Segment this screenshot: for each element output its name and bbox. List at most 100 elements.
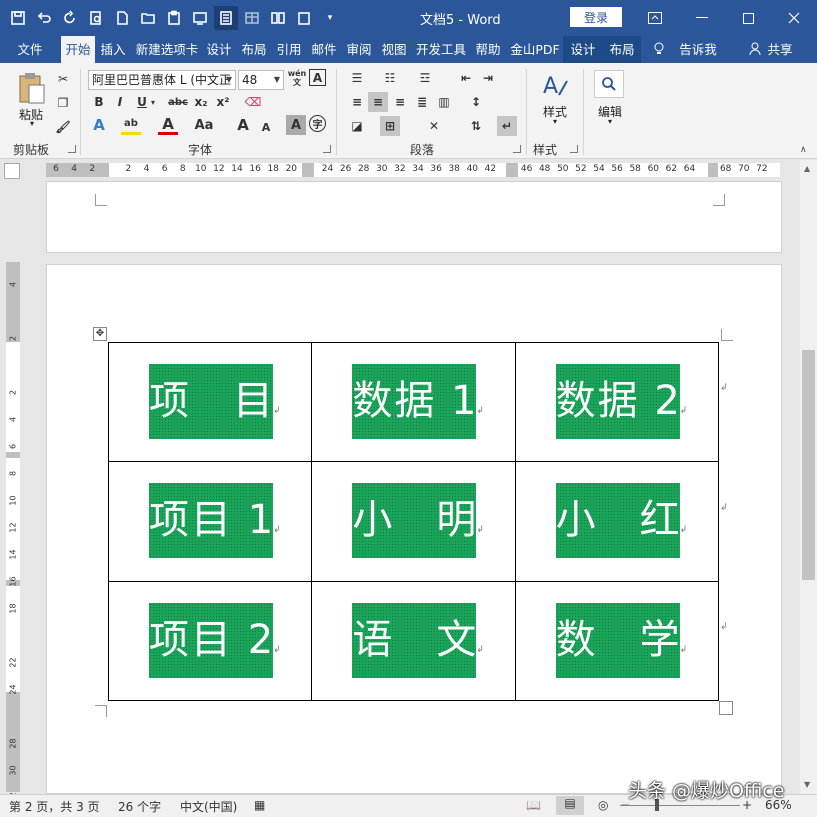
text-effect-button[interactable]: A <box>89 115 109 135</box>
close-icon[interactable] <box>771 0 817 36</box>
superscript-button[interactable]: x² <box>213 92 233 112</box>
tab-review[interactable]: 审阅 <box>343 36 375 63</box>
table-cell[interactable]: 项目 1 ↲ <box>107 461 313 582</box>
tab-design[interactable]: 设计 <box>203 36 235 63</box>
tab-new-tab[interactable]: 新建选项卡 <box>132 36 202 63</box>
bullets-icon[interactable]: ☰ <box>347 68 367 88</box>
clear-format-icon[interactable]: ⌫ <box>243 92 263 112</box>
cell-text[interactable]: 项目 1 <box>149 483 273 558</box>
underline-dropdown-icon[interactable]: ▾ <box>148 92 158 112</box>
page-count[interactable]: 第 2 页，共 3 页 <box>9 798 100 815</box>
scroll-down-icon[interactable]: ▼ <box>804 780 810 789</box>
increase-indent-icon[interactable]: ⇥ <box>478 68 498 88</box>
char-border-icon[interactable]: A <box>309 69 326 86</box>
tab-help[interactable]: 帮助 <box>472 36 504 63</box>
tell-me-search[interactable]: 告诉我 <box>676 36 720 63</box>
table-move-handle[interactable]: ✥ <box>93 327 107 341</box>
font-launcher-icon[interactable] <box>323 145 331 153</box>
search-icon[interactable] <box>594 70 624 98</box>
web-layout-icon[interactable]: ◎ <box>598 798 608 812</box>
decrease-indent-icon[interactable]: ⇤ <box>456 68 476 88</box>
maximize-icon[interactable] <box>725 0 771 36</box>
chinese-layout-icon[interactable]: ✕ <box>424 116 444 136</box>
cell-text[interactable]: 数据 1 <box>352 364 476 439</box>
table-cell[interactable]: 数据 1 ↲ <box>311 341 516 463</box>
format-painter-icon[interactable]: 🖌 <box>53 117 73 137</box>
align-center-icon[interactable]: ≡ <box>368 92 388 112</box>
shrink-font-button[interactable]: A <box>256 117 276 137</box>
print-preview-icon[interactable] <box>84 6 108 30</box>
styles-launcher-icon[interactable] <box>570 145 578 153</box>
table-resize-handle[interactable] <box>719 701 733 715</box>
redo-icon[interactable] <box>58 6 82 30</box>
styles-dropdown-icon[interactable]: ▾ <box>545 117 565 126</box>
multilevel-list-icon[interactable]: ☲ <box>415 68 435 88</box>
clipboard-icon[interactable] <box>292 6 316 30</box>
paste-icon[interactable] <box>16 71 46 107</box>
line-spacing-icon[interactable]: ↕ <box>466 92 486 112</box>
minimize-icon[interactable] <box>679 0 725 36</box>
cell-text[interactable]: 项目 2 <box>149 603 273 678</box>
tab-mailings[interactable]: 邮件 <box>308 36 340 63</box>
undo-icon[interactable] <box>32 6 56 30</box>
more-icon[interactable]: ▾ <box>318 6 342 30</box>
tab-view[interactable]: 视图 <box>378 36 410 63</box>
styles-icon[interactable]: A <box>541 71 569 99</box>
justify-icon[interactable]: ≣ <box>412 92 432 112</box>
tab-pdf[interactable]: 金山PDF <box>507 36 563 63</box>
strikethrough-button[interactable]: abc <box>166 92 190 112</box>
language-indicator[interactable]: 中文(中国) <box>180 798 237 815</box>
share-button[interactable]: 共享 <box>765 36 795 63</box>
phonetic-guide-icon[interactable]: wén 文 <box>287 68 307 88</box>
lightbulb-icon[interactable] <box>652 36 666 63</box>
scroll-up-icon[interactable]: ▲ <box>804 164 810 173</box>
document-table[interactable]: 项目 ↲ 数据 1 ↲ 数据 2 ↲ 项目 1 ↲ 小明 ↲ 小红 ↲ 项目 2 ↲ 语文 ↲ 数学 ↲ <box>107 341 720 702</box>
tab-insert[interactable]: 插入 <box>97 36 129 63</box>
new-doc-icon[interactable] <box>110 6 134 30</box>
table-cell[interactable]: 数据 2 ↲ <box>514 341 720 463</box>
borders-icon[interactable]: ⊞ <box>380 116 400 136</box>
tab-selector[interactable] <box>4 163 20 179</box>
font-size-select[interactable]: 48 ▼ <box>238 70 284 90</box>
copy-icon[interactable]: ❐ <box>53 93 73 113</box>
columns-icon[interactable] <box>266 6 290 30</box>
font-name-select[interactable]: 阿里巴巴普惠体 L (中文正 ▼ <box>88 70 236 90</box>
horizontal-ruler[interactable]: 6 4 2 2 4 6 8 10 12 14 16 18 20 24 26 28 30 32 34 36 38 40 42 4… <box>0 160 817 181</box>
table-cell[interactable]: 小明 ↲ <box>311 461 516 582</box>
change-case-button[interactable]: Aa <box>191 115 217 135</box>
screenshot-icon[interactable] <box>188 6 212 30</box>
font-color-button[interactable]: A <box>158 115 178 135</box>
bold-button[interactable]: B <box>89 92 109 112</box>
cell-text[interactable]: 数学 <box>556 603 680 678</box>
cut-icon[interactable]: ✂ <box>53 69 73 89</box>
paste-special-icon[interactable] <box>162 6 186 30</box>
table-cell[interactable]: 项目 2 ↲ <box>107 580 313 702</box>
sort-icon[interactable]: ⇅ <box>466 116 486 136</box>
tab-home[interactable]: 开始 <box>61 36 95 63</box>
ribbon-display-icon[interactable] <box>632 0 678 36</box>
grow-font-button[interactable]: A <box>233 115 253 135</box>
person-icon[interactable] <box>748 36 762 63</box>
cell-text[interactable]: 数据 2 <box>556 364 680 439</box>
tab-table-layout[interactable]: 布局 <box>606 36 638 63</box>
char-shading-button[interactable]: A <box>286 115 306 135</box>
cell-text[interactable]: 小明 <box>352 483 476 558</box>
table-cell[interactable]: 语文 ↲ <box>311 580 516 702</box>
distributed-icon[interactable]: ▥ <box>434 92 454 112</box>
clipboard-launcher-icon[interactable] <box>68 145 76 153</box>
subscript-button[interactable]: x₂ <box>191 92 211 112</box>
highlight-icon[interactable]: ab <box>121 115 141 135</box>
print-layout-icon[interactable]: ▤ <box>556 796 584 815</box>
enclose-char-button[interactable]: 字 <box>309 115 326 132</box>
table-cell[interactable]: 小红 ↲ <box>514 461 720 582</box>
save-icon[interactable] <box>6 6 30 30</box>
align-right-icon[interactable]: ≡ <box>390 92 410 112</box>
cell-text[interactable]: 语文 <box>352 603 476 678</box>
login-button[interactable]: 登录 <box>570 7 622 27</box>
tab-table-design[interactable]: 设计 <box>567 36 599 63</box>
tab-layout[interactable]: 布局 <box>238 36 270 63</box>
zoom-slider[interactable] <box>620 805 740 806</box>
vertical-scrollbar[interactable]: ▲ ▼ <box>800 160 817 794</box>
paste-dropdown-icon[interactable]: ▾ <box>22 119 42 128</box>
read-mode-icon[interactable]: 📖 <box>526 798 541 812</box>
